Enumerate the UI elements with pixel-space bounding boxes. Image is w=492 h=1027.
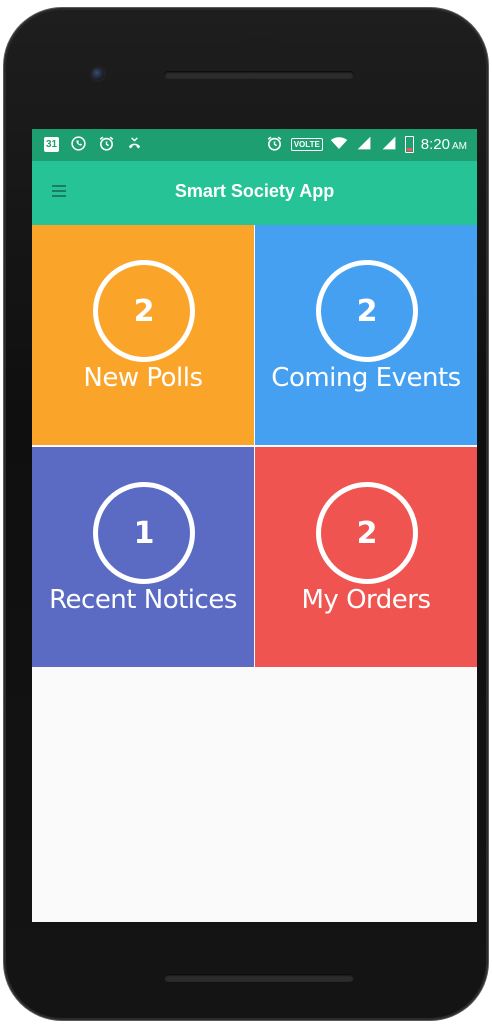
earpiece-speaker <box>164 71 354 79</box>
tile-label: Recent Notices <box>49 585 237 615</box>
tile-coming-events[interactable]: 2 Coming Events <box>255 225 477 445</box>
tile-new-polls[interactable]: 2 New Polls <box>32 225 254 445</box>
alarm-icon <box>97 135 115 153</box>
app-bar: Smart Society App <box>32 161 477 225</box>
time-value: 8:20 <box>420 135 450 153</box>
count-circle: 2 <box>316 482 418 584</box>
whatsapp-icon <box>69 135 87 153</box>
wifi-icon <box>330 135 348 153</box>
signal-icon <box>355 135 373 153</box>
signal-icon <box>380 135 398 153</box>
bottom-speaker <box>164 974 354 982</box>
status-bar: 31 VOLTE 8:20 AM <box>32 129 477 161</box>
tile-recent-notices[interactable]: 1 Recent Notices <box>32 447 254 667</box>
app-title: Smart Society App <box>174 181 335 201</box>
count-circle: 2 <box>316 260 418 362</box>
proximity-sensor <box>240 38 276 46</box>
screen: 31 VOLTE 8:20 AM Smart Society App 2 New… <box>32 129 477 922</box>
front-camera <box>92 68 104 80</box>
tile-label: New Polls <box>83 363 203 393</box>
alarm-icon <box>266 135 284 153</box>
count-circle: 1 <box>93 482 195 584</box>
status-time: 8:20 AM <box>421 136 467 153</box>
tile-label: Coming Events <box>271 363 461 393</box>
calendar-icon: 31 <box>44 136 59 152</box>
time-ampm: AM <box>452 140 467 152</box>
missed-call-icon <box>125 135 143 153</box>
status-left-icons: 31 <box>44 135 143 153</box>
tile-my-orders[interactable]: 2 My Orders <box>255 447 477 667</box>
dashboard-grid: 2 New Polls 2 Coming Events 1 Recent Not… <box>32 225 477 667</box>
volte-icon: VOLTE <box>290 137 323 151</box>
status-right-icons: VOLTE 8:20 AM <box>266 135 467 153</box>
battery-icon <box>404 135 414 153</box>
tile-label: My Orders <box>301 585 431 615</box>
count-circle: 2 <box>93 260 195 362</box>
